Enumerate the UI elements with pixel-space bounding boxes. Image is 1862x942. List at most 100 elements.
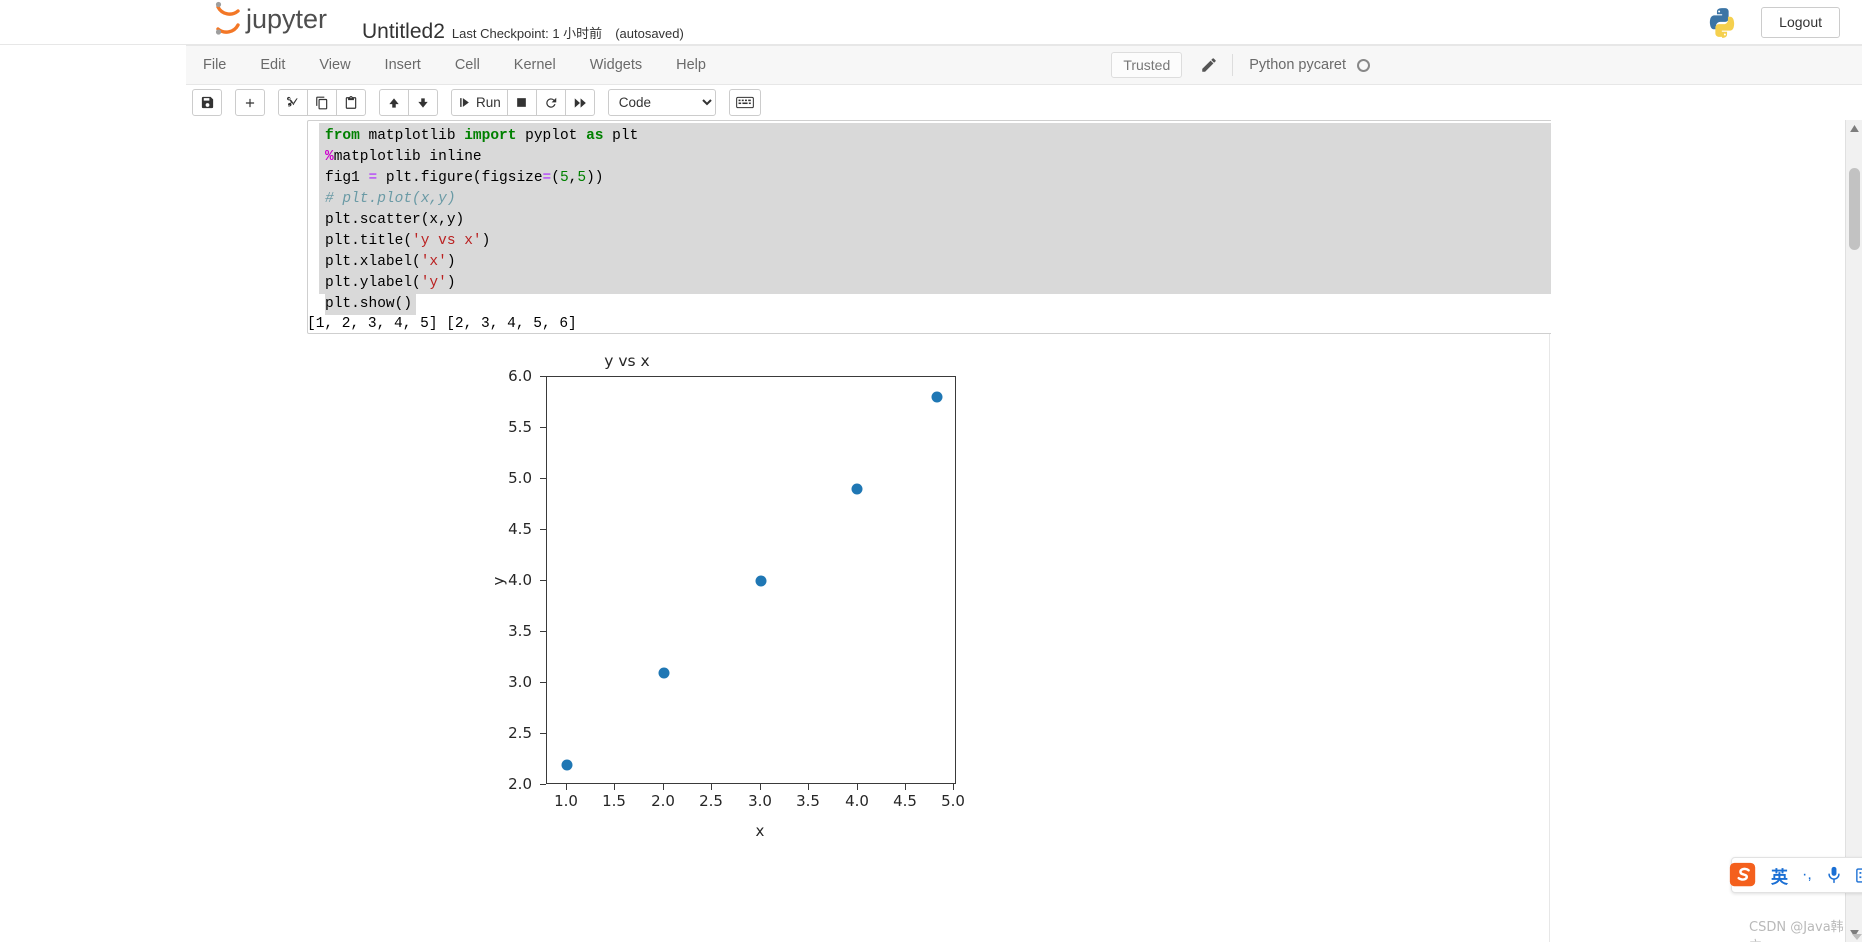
trusted-badge[interactable]: Trusted xyxy=(1111,52,1183,78)
menu-items: File Edit View Insert Cell Kernel Widget… xyxy=(186,47,723,83)
chart-title: y vs x xyxy=(604,352,650,370)
menu-bar: File Edit View Insert Cell Kernel Widget… xyxy=(0,45,1862,85)
insert-cell-below-button[interactable] xyxy=(235,89,265,116)
code-line: from matplotlib import pyplot as plt xyxy=(325,128,639,144)
xtick-mark xyxy=(808,784,810,790)
code-line: plt.scatter(x,y) xyxy=(325,212,465,228)
command-palette-button[interactable] xyxy=(728,89,761,116)
copy-cell-button[interactable] xyxy=(307,89,337,116)
code-cell[interactable]: from matplotlib import pyplot as plt %mat… xyxy=(307,120,1569,334)
code-line: # plt.plot(x,y) xyxy=(325,191,456,207)
matplotlib-figure: y vs x y 2.0 2.5 3.0 3.5 4.0 4.5 5.0 5.5… xyxy=(372,352,964,942)
menu-bar-right: Trusted Python pycaret xyxy=(1111,52,1862,78)
xtick-mark xyxy=(905,784,907,790)
header-left: jupyter Untitled2 Last Checkpoint: 1 小时前… xyxy=(206,0,684,44)
menu-kernel[interactable]: Kernel xyxy=(497,47,573,83)
code-source: from matplotlib import pyplot as plt %mat… xyxy=(319,126,1559,294)
data-point xyxy=(851,483,863,495)
code-line-last: plt.show() xyxy=(319,294,1568,315)
cell-output-text: [1, 2, 3, 4, 5] [2, 3, 4, 5, 6] xyxy=(307,316,577,332)
xtick-label: 3.0 xyxy=(748,792,772,810)
xtick-mark xyxy=(566,784,568,790)
sogou-ime-toolbar[interactable]: 英 ·, xyxy=(1729,857,1862,893)
menu-divider xyxy=(1232,54,1234,76)
ytick-label: 2.0 xyxy=(508,775,532,793)
interrupt-kernel-button[interactable] xyxy=(506,89,537,116)
menu-cell[interactable]: Cell xyxy=(438,47,497,83)
xtick-mark xyxy=(760,784,762,790)
notebook-toolbar: Run Code Markdown Raw NBConvert Heading xyxy=(186,85,1862,120)
xtick-label: 3.5 xyxy=(796,792,820,810)
xtick-mark xyxy=(953,784,955,790)
xtick-label: 1.5 xyxy=(602,792,626,810)
ytick-label: 5.0 xyxy=(508,469,532,487)
xtick-mark xyxy=(857,784,859,790)
cell-type-select[interactable]: Code Markdown Raw NBConvert Heading xyxy=(607,89,716,116)
ime-punctuation-toggle[interactable]: ·, xyxy=(1802,866,1812,884)
data-point xyxy=(755,575,767,587)
autosave-status: (autosaved) xyxy=(615,26,684,41)
code-line: plt.ylabel('y') xyxy=(325,275,456,291)
ime-language-toggle[interactable]: 英 xyxy=(1771,863,1788,888)
menu-file[interactable]: File xyxy=(186,47,243,83)
xtick-label: 5.0 xyxy=(941,792,965,810)
xtick-label: 1.0 xyxy=(554,792,578,810)
data-point xyxy=(658,667,670,679)
scroll-up-arrow-icon[interactable] xyxy=(1846,120,1862,137)
ytick-label: 4.0 xyxy=(508,571,532,589)
header-right: Logout xyxy=(1705,0,1840,45)
save-button[interactable] xyxy=(192,89,222,116)
xtick-label: 4.0 xyxy=(845,792,869,810)
jupyter-logo[interactable]: jupyter xyxy=(206,0,346,38)
keyboard-icon[interactable] xyxy=(1855,867,1862,883)
xtick-label: 2.5 xyxy=(699,792,723,810)
run-cell-button[interactable]: Run xyxy=(451,89,508,116)
scrollbar-thumb[interactable] xyxy=(1849,168,1860,250)
page-scrollbar[interactable] xyxy=(1845,120,1862,942)
right-gutter xyxy=(1551,120,1862,942)
sogou-logo-icon[interactable] xyxy=(1726,858,1760,892)
cut-cell-button[interactable] xyxy=(278,89,308,116)
restart-and-run-all-button[interactable] xyxy=(564,89,595,116)
menu-edit[interactable]: Edit xyxy=(243,47,302,83)
xtick-mark xyxy=(663,784,665,790)
code-line: plt.xlabel('x') xyxy=(325,254,456,270)
xtick-label: 4.5 xyxy=(893,792,917,810)
paste-cell-button[interactable] xyxy=(336,89,366,116)
edit-pencil-icon[interactable] xyxy=(1200,56,1218,74)
move-cell-up-button[interactable] xyxy=(379,89,409,116)
page-header: jupyter Untitled2 Last Checkpoint: 1 小时前… xyxy=(0,0,1862,45)
move-cell-down-button[interactable] xyxy=(408,89,438,116)
jupyter-notebook-page: jupyter Untitled2 Last Checkpoint: 1 小时前… xyxy=(0,0,1862,942)
watermark-text: CSDN @Java韩立 xyxy=(1749,920,1844,942)
kernel-name-label: Python pycaret xyxy=(1249,57,1346,73)
ytick-label: 4.5 xyxy=(508,520,532,538)
chart-axes xyxy=(546,376,956,784)
notebook-name[interactable]: Untitled2 xyxy=(362,20,445,44)
xtick-mark xyxy=(614,784,616,790)
data-point xyxy=(931,391,943,403)
notebook-canvas: from matplotlib import pyplot as plt %mat… xyxy=(186,120,1569,942)
last-checkpoint-label: Last Checkpoint: 1 小时前 xyxy=(451,26,603,41)
code-line: fig1 = plt.figure(figsize=(5,5)) xyxy=(325,170,604,186)
microphone-icon[interactable] xyxy=(1826,866,1842,884)
ytick-label: 3.5 xyxy=(508,622,532,640)
menu-help[interactable]: Help xyxy=(659,47,723,83)
watermark: CSDN @Java韩立 xyxy=(1749,916,1862,942)
python-logo xyxy=(1710,7,1735,38)
data-point xyxy=(561,759,573,771)
ytick-label: 3.0 xyxy=(508,673,532,691)
xtick-mark xyxy=(711,784,713,790)
xtick-label: 2.0 xyxy=(651,792,675,810)
menu-view[interactable]: View xyxy=(302,47,367,83)
code-line: %matplotlib inline xyxy=(325,149,482,165)
ytick-label: 5.5 xyxy=(508,418,532,436)
menu-widgets[interactable]: Widgets xyxy=(573,47,659,83)
ytick-label: 2.5 xyxy=(508,724,532,742)
logout-button[interactable]: Logout xyxy=(1761,7,1840,38)
menu-insert[interactable]: Insert xyxy=(368,47,438,83)
restart-kernel-button[interactable] xyxy=(535,89,566,116)
run-label: Run xyxy=(476,95,501,110)
kernel-status-indicator xyxy=(1357,58,1370,72)
code-editor[interactable]: from matplotlib import pyplot as plt %mat… xyxy=(319,123,1559,294)
